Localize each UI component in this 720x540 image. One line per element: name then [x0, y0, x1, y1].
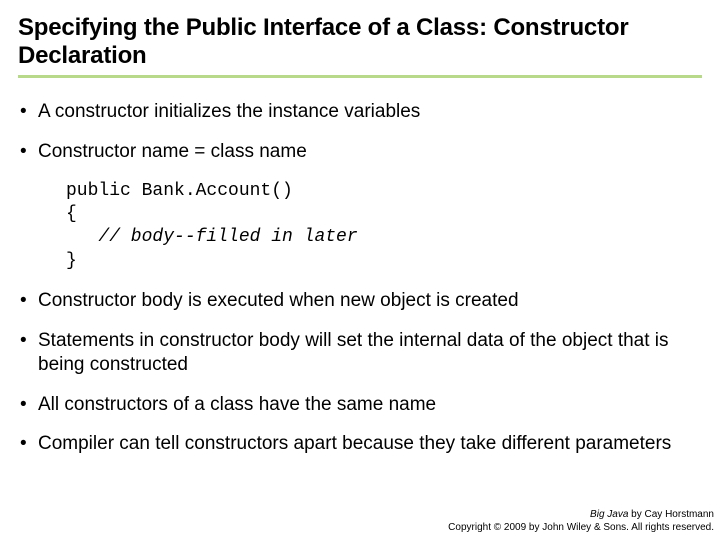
code-line: { [66, 204, 77, 224]
bullet-item: Constructor body is executed when new ob… [20, 289, 702, 313]
code-line: } [66, 251, 77, 271]
code-indent [66, 227, 98, 247]
bullet-list: Constructor body is executed when new ob… [18, 289, 702, 456]
bullet-list: A constructor initializes the instance v… [18, 100, 702, 164]
book-title: Big Java [590, 509, 628, 520]
bullet-item: Compiler can tell constructors apart bec… [20, 432, 702, 456]
code-block: public Bank.Account() { // body--filled … [66, 180, 702, 274]
footer: Big Java by Cay Horstmann Copyright © 20… [448, 509, 714, 534]
slide: Specifying the Public Interface of a Cla… [0, 0, 720, 456]
footer-copyright: Copyright © 2009 by John Wiley & Sons. A… [448, 522, 714, 535]
code-comment: // body--filled in later [98, 227, 357, 247]
bullet-item: Statements in constructor body will set … [20, 329, 702, 377]
bullet-item: All constructors of a class have the sam… [20, 393, 702, 417]
footer-line-1: Big Java by Cay Horstmann [448, 509, 714, 522]
code-line: public Bank.Account() [66, 181, 293, 201]
bullet-item: A constructor initializes the instance v… [20, 100, 702, 124]
bullet-item: Constructor name = class name [20, 140, 702, 164]
page-title: Specifying the Public Interface of a Cla… [18, 14, 702, 78]
book-author: by Cay Horstmann [628, 509, 714, 520]
